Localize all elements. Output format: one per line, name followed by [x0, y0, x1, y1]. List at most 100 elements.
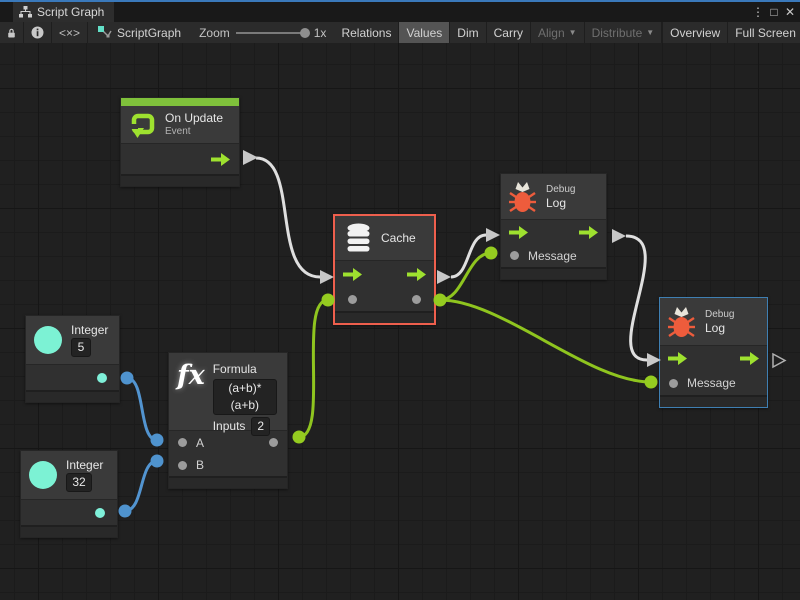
- lock-button[interactable]: [0, 22, 24, 43]
- node-integer-32[interactable]: Integer 32: [20, 450, 118, 538]
- values-button[interactable]: Values: [399, 22, 450, 43]
- value-in-port[interactable]: [348, 295, 357, 304]
- port-label: A: [196, 436, 204, 450]
- integer-type-icon: [29, 461, 57, 489]
- message-in-port[interactable]: [669, 379, 678, 388]
- value-connector[interactable]: [645, 376, 658, 389]
- node-footer: [121, 174, 239, 186]
- info-button[interactable]: [24, 22, 52, 43]
- code-view-button[interactable]: <×>: [52, 22, 88, 43]
- graph-toolbar: <×> ScriptGraph Zoom 1x Relations Values…: [0, 22, 800, 43]
- event-accent-bar: [121, 98, 239, 106]
- chevron-down-icon: ▼: [646, 28, 654, 37]
- close-icon: ✕: [785, 5, 795, 19]
- integer-type-icon: [34, 326, 62, 354]
- value-connector[interactable]: [485, 247, 498, 260]
- value-connector[interactable]: [121, 372, 134, 385]
- node-title: On Update: [165, 111, 223, 126]
- carry-button[interactable]: Carry: [487, 22, 531, 43]
- value-out-port[interactable]: [412, 295, 421, 304]
- maximize-button[interactable]: □: [766, 2, 782, 22]
- flow-connector-log1-in[interactable]: [486, 228, 500, 242]
- flow-connector-cache-in[interactable]: [320, 270, 334, 284]
- wire-cache-to-log1-message[interactable]: [440, 253, 491, 300]
- node-on-update[interactable]: On Update Event: [120, 97, 240, 187]
- dim-button[interactable]: Dim: [450, 22, 486, 43]
- info-icon: [31, 26, 44, 39]
- node-title: Log: [705, 321, 734, 336]
- port-label: Message: [687, 376, 736, 390]
- port-label: Message: [528, 249, 577, 263]
- flow-out-port[interactable]: [579, 226, 598, 239]
- flow-in-port[interactable]: [668, 352, 687, 365]
- script-graph-window: Script Graph ⋮ □ ✕ <×>: [0, 0, 800, 600]
- graph-breadcrumb[interactable]: ScriptGraph: [88, 22, 191, 43]
- flow-connector-cache-out[interactable]: [437, 270, 451, 284]
- node-title: Integer: [71, 323, 108, 338]
- flow-in-port[interactable]: [343, 268, 362, 281]
- node-debug-log-2[interactable]: Debug Log Message: [659, 297, 768, 408]
- integer-value-field[interactable]: 5: [71, 338, 91, 357]
- value-connector[interactable]: [119, 505, 132, 518]
- node-formula[interactable]: fx Formula (a+b)*(a+b) Inputs 2 A: [168, 352, 288, 489]
- wire-onupdate-to-cache[interactable]: [256, 158, 320, 277]
- flow-out-port[interactable]: [740, 352, 759, 365]
- node-footer: [660, 395, 767, 407]
- wire-int5-to-formula-a[interactable]: [127, 378, 157, 440]
- message-in-port[interactable]: [510, 251, 519, 260]
- wire-log1-to-log2[interactable]: [626, 236, 647, 360]
- value-connector[interactable]: [151, 434, 164, 447]
- full-screen-button[interactable]: Full Screen: [728, 22, 800, 43]
- tab-title: Script Graph: [37, 5, 104, 19]
- node-category: Debug: [546, 183, 575, 196]
- formula-expression-field[interactable]: (a+b)*(a+b): [213, 379, 277, 415]
- node-subtitle: Event: [165, 126, 223, 138]
- value-connector[interactable]: [293, 431, 306, 444]
- flow-connector-onupdate-out[interactable]: [243, 150, 258, 165]
- zoom-slider[interactable]: [236, 32, 308, 34]
- flow-connector-log1-out[interactable]: [612, 229, 626, 243]
- relations-button[interactable]: Relations: [334, 22, 399, 43]
- node-title: Log: [546, 196, 575, 211]
- node-debug-log-1[interactable]: Debug Log Message: [500, 173, 607, 280]
- input-a-port[interactable]: [178, 438, 187, 447]
- zoom-value: 1x: [314, 26, 327, 40]
- database-icon: [346, 223, 371, 253]
- distribute-dropdown[interactable]: Distribute ▼: [585, 22, 663, 43]
- bug-icon: [668, 305, 695, 338]
- flow-connector-log2-out-empty[interactable]: [773, 354, 785, 367]
- node-footer: [335, 311, 434, 323]
- value-connector[interactable]: [151, 455, 164, 468]
- flow-out-port[interactable]: [407, 268, 426, 281]
- integer-out-port[interactable]: [97, 373, 107, 383]
- chevron-down-icon: ▼: [569, 28, 577, 37]
- node-title: Formula: [213, 362, 277, 377]
- integer-out-port[interactable]: [95, 508, 105, 518]
- close-button[interactable]: ✕: [782, 2, 798, 22]
- tab-bar: Script Graph ⋮ □ ✕: [0, 2, 800, 22]
- graph-canvas[interactable]: On Update Event: [0, 43, 800, 600]
- zoom-control: Zoom 1x: [191, 22, 334, 43]
- tab-script-graph[interactable]: Script Graph: [13, 2, 114, 22]
- node-footer: [21, 525, 117, 537]
- wire-formula-to-cache[interactable]: [299, 300, 328, 437]
- node-footer: [26, 390, 119, 402]
- node-cache[interactable]: Cache: [333, 214, 436, 325]
- node-integer-5[interactable]: Integer 5: [25, 315, 120, 403]
- integer-value-field[interactable]: 32: [66, 473, 92, 492]
- port-label: B: [196, 458, 204, 472]
- graph-name: ScriptGraph: [117, 26, 181, 40]
- window-menu-button[interactable]: ⋮: [750, 2, 766, 22]
- wire-cache-to-log1[interactable]: [451, 235, 486, 277]
- zoom-slider-knob[interactable]: [300, 28, 310, 38]
- wire-int32-to-formula-b[interactable]: [125, 461, 157, 511]
- flow-in-port[interactable]: [509, 226, 528, 239]
- overview-button[interactable]: Overview: [663, 22, 728, 43]
- node-footer: [169, 476, 287, 488]
- align-dropdown[interactable]: Align ▼: [531, 22, 585, 43]
- input-b-port[interactable]: [178, 461, 187, 470]
- flow-out-port[interactable]: [211, 153, 230, 166]
- wire-cache-to-log2-message[interactable]: [440, 300, 651, 382]
- result-out-port[interactable]: [269, 438, 278, 447]
- code-brackets-icon: <×>: [59, 26, 80, 40]
